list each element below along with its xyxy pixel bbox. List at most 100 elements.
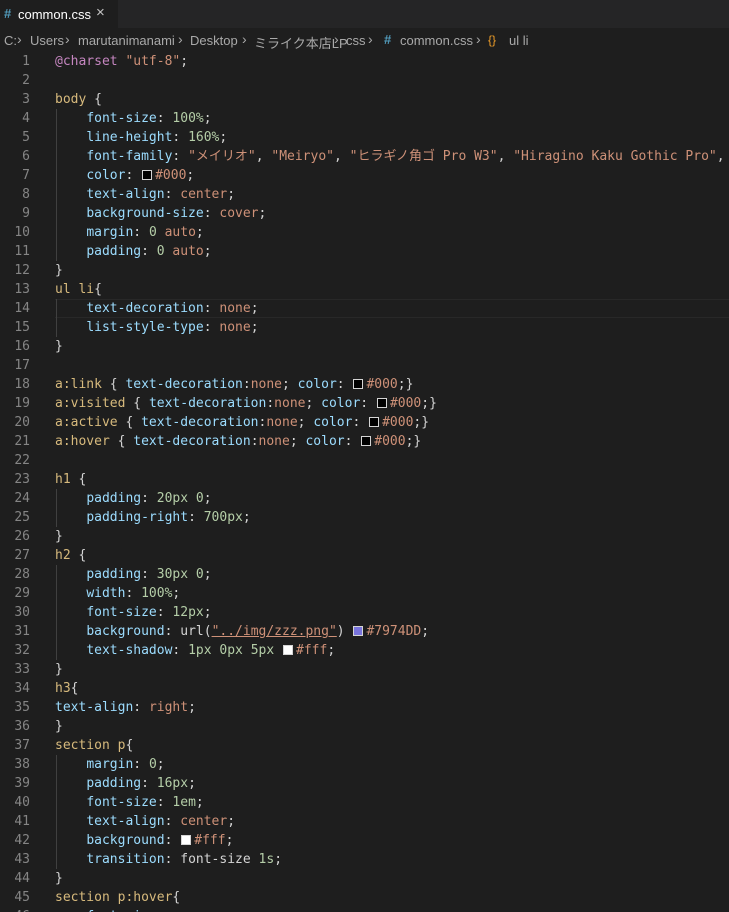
code-line[interactable]: 22 [0, 451, 729, 470]
close-icon[interactable]: × [96, 4, 105, 21]
token-pun: { [172, 890, 181, 905]
token-sel: a:link [55, 377, 102, 392]
code-line[interactable]: 45 section p:hover{ [0, 888, 729, 907]
code-line[interactable]: 6 font-family: "メイリオ", "Meiryo", "ヒラギノ角ゴ… [0, 147, 729, 166]
chevron-right-icon: › [476, 31, 481, 47]
breadcrumb-users[interactable]: Users [30, 33, 64, 48]
code-line[interactable]: 32 text-shadow: 1px 0px 5px #fff; [0, 641, 729, 660]
code-line[interactable]: 1 @charset "utf-8"; [0, 52, 729, 71]
code-line[interactable]: 31 background: url("../img/zzz.png") #79… [0, 622, 729, 641]
token-at: @charset [55, 54, 118, 69]
chevron-right-icon: › [178, 31, 183, 47]
token-num: 0 [148, 225, 157, 240]
code-line[interactable]: 36} [0, 717, 729, 736]
color-swatch[interactable] [142, 170, 153, 180]
token-pun: ; [305, 396, 322, 411]
token-pun [55, 624, 86, 639]
css-file-icon: # [384, 32, 392, 47]
color-swatch[interactable] [376, 398, 387, 408]
code-line[interactable]: 9 background-size: cover; [0, 204, 729, 223]
code-line[interactable]: 4 font-size: 100%; [0, 109, 729, 128]
breadcrumb: C: › Users › marutanimanami › Desktop › … [0, 29, 729, 53]
breadcrumb-user[interactable]: marutanimanami [78, 33, 175, 48]
token-pun: { [125, 738, 134, 753]
color-swatch[interactable] [361, 436, 372, 446]
code-line[interactable]: 18 a:link { text-decoration:none; color: … [0, 375, 729, 394]
code-line[interactable]: 19 a:visited { text-decoration:none; colo… [0, 394, 729, 413]
color-swatch[interactable] [353, 379, 364, 389]
code-line[interactable]: 35 text-align: right; [0, 698, 729, 717]
line-number: 10 [14, 225, 30, 240]
token-pun [55, 795, 86, 810]
token-kw: none [258, 434, 290, 449]
token-pun [55, 776, 86, 791]
token-pun: ; [421, 624, 430, 639]
code-line[interactable]: 39 padding: 16px; [0, 774, 729, 793]
code-line[interactable]: 13 ul li{ [0, 280, 729, 299]
code-line[interactable]: 20 a:active { text-decoration: none; color… [0, 413, 729, 432]
breadcrumb-symbol[interactable]: ul li [509, 33, 529, 48]
line-number: 35 [14, 700, 30, 715]
token-pun: , [716, 149, 725, 164]
breadcrumb-drive[interactable]: C: [4, 33, 17, 48]
token-pun: : [164, 852, 181, 867]
code-line[interactable]: 28 padding: 30px 0; [0, 565, 729, 584]
code-line[interactable]: 27 h2 { [0, 546, 729, 565]
code-line[interactable]: 24 padding: 20px 0; [0, 489, 729, 508]
line-number: 4 [22, 111, 30, 126]
token-pun: : [156, 605, 173, 620]
color-swatch[interactable] [369, 417, 380, 427]
code-line[interactable]: 5 line-height: 160%; [0, 128, 729, 147]
code-line[interactable]: 43 transition: font-size 1s; [0, 850, 729, 869]
code-line[interactable]: 8 text-align: center; [0, 185, 729, 204]
token-pun: : [164, 814, 181, 829]
token-str: "ヒラギノ角ゴ Pro W3" [349, 149, 498, 164]
tab-common-css[interactable]: # common.css × [0, 0, 118, 28]
color-swatch[interactable] [283, 645, 293, 655]
code-line[interactable]: 38 margin: 0; [0, 755, 729, 774]
color-swatch[interactable] [353, 626, 364, 636]
code-text: width: 100%; [55, 584, 180, 603]
code-line[interactable]: 44} [0, 869, 729, 888]
code-line[interactable]: 25 padding-right: 700px; [0, 508, 729, 527]
token-pun: } [55, 263, 63, 278]
code-line[interactable]: 29 width: 100%; [0, 584, 729, 603]
breadcrumb-desktop[interactable]: Desktop [190, 33, 238, 48]
code-line[interactable]: 21 a:hover { text-decoration:none; color:… [0, 432, 729, 451]
code-line[interactable]: 10 margin: 0 auto; [0, 223, 729, 242]
code-line[interactable]: 26} [0, 527, 729, 546]
code-line[interactable]: 16} [0, 337, 729, 356]
code-line[interactable]: 33} [0, 660, 729, 679]
token-pun: : [133, 700, 149, 715]
code-line[interactable]: 11 padding: 0 auto; [0, 242, 729, 261]
color-swatch[interactable] [181, 835, 192, 845]
code-line[interactable]: 14 text-decoration: none; [0, 299, 729, 318]
token-pun [243, 643, 251, 658]
code-line[interactable]: 40 font-size: 1em; [0, 793, 729, 812]
code-line[interactable]: 15 list-style-type: none; [0, 318, 729, 337]
token-pun: ; [195, 225, 204, 240]
code-line[interactable]: 41 text-align: center; [0, 812, 729, 831]
code-editor[interactable]: 1 @charset "utf-8"; 2 3 body {4 font-size: 1… [0, 52, 729, 912]
tab-label: common.css [18, 7, 91, 22]
code-line[interactable]: 37 section p{ [0, 736, 729, 755]
code-line[interactable]: 3 body { [0, 90, 729, 109]
token-pun: ; [203, 491, 212, 506]
token-prop: margin [86, 225, 134, 240]
code-line[interactable]: 23 h1 { [0, 470, 729, 489]
code-text: @charset "utf-8"; [55, 52, 188, 71]
code-line[interactable]: 17 [0, 356, 729, 375]
code-line[interactable]: 42 background: #fff; [0, 831, 729, 850]
code-line[interactable]: 12} [0, 261, 729, 280]
breadcrumb-css-folder[interactable]: css [346, 33, 366, 48]
code-line[interactable]: 46 font-size: [0, 907, 729, 912]
breadcrumb-file[interactable]: common.css [400, 33, 473, 48]
code-line[interactable]: 34 h3{ [0, 679, 729, 698]
token-pun: : [352, 415, 369, 430]
line-number: 22 [14, 453, 30, 468]
code-line[interactable]: 7 color: #000; [0, 166, 729, 185]
token-pun: ;} [413, 415, 430, 430]
line-number: 32 [14, 643, 30, 658]
code-line[interactable]: 2 [0, 71, 729, 90]
code-line[interactable]: 30 font-size: 12px; [0, 603, 729, 622]
